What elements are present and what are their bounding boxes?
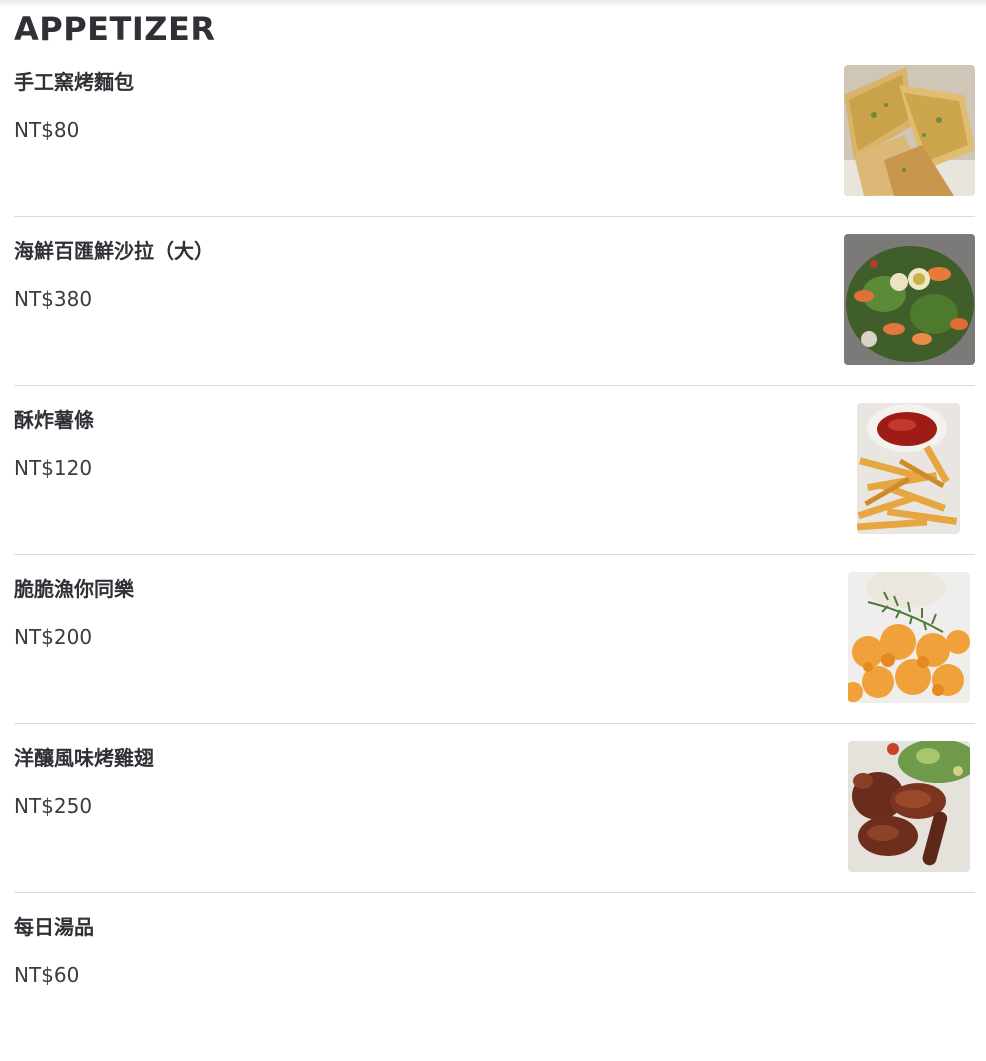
menu-list: 手工窯烤麵包 NT$80 海鮮百匯鮮沙拉（大） NT$380 酥炸薯條 NT$1…	[14, 48, 975, 1061]
item-price: NT$380	[14, 287, 93, 311]
section-title: APPETIZER	[14, 10, 216, 48]
item-name: 海鮮百匯鮮沙拉（大）	[14, 239, 214, 263]
item-price: NT$80	[14, 118, 80, 142]
french-fries-image	[857, 403, 960, 534]
header-shadow	[0, 0, 986, 8]
menu-item[interactable]: 脆脆漁你同樂 NT$200	[14, 555, 975, 724]
fried-seafood-image	[848, 572, 970, 703]
item-price: NT$250	[14, 794, 93, 818]
menu-item[interactable]: 每日湯品 NT$60	[14, 893, 975, 1061]
item-price: NT$200	[14, 625, 93, 649]
item-name: 洋釀風味烤雞翅	[14, 746, 154, 770]
menu-item[interactable]: 海鮮百匯鮮沙拉（大） NT$380	[14, 217, 975, 386]
menu-item[interactable]: 酥炸薯條 NT$120	[14, 386, 975, 555]
garlic-flatbread-image	[844, 65, 975, 196]
item-name: 每日湯品	[14, 915, 94, 939]
roast-chicken-wings-image	[848, 741, 970, 872]
item-name: 手工窯烤麵包	[14, 70, 134, 94]
seafood-salad-image	[844, 234, 975, 365]
item-price: NT$60	[14, 963, 80, 987]
item-name: 脆脆漁你同樂	[14, 577, 134, 601]
item-price: NT$120	[14, 456, 93, 480]
item-name: 酥炸薯條	[14, 408, 94, 432]
menu-item[interactable]: 手工窯烤麵包 NT$80	[14, 48, 975, 217]
menu-item[interactable]: 洋釀風味烤雞翅 NT$250	[14, 724, 975, 893]
